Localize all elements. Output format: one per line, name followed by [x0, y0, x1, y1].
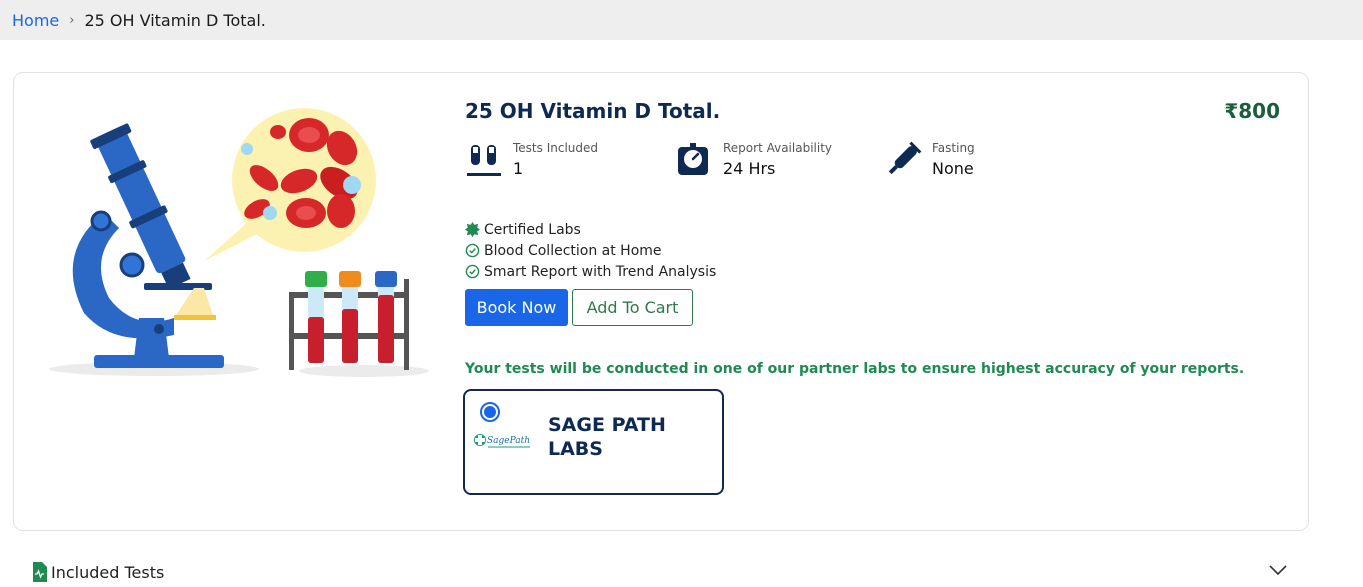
feature-label: Smart Report with Trend Analysis — [484, 263, 717, 280]
syringe-icon — [884, 141, 922, 179]
meta-label: Report Availability — [723, 141, 833, 155]
included-tests-toggle[interactable]: Included Tests — [31, 562, 164, 582]
feature-item: Smart Report with Trend Analysis — [465, 261, 716, 282]
breadcrumb-current: 25 OH Vitamin D Total. — [84, 10, 266, 30]
lab-name: SAGE PATH LABS — [548, 414, 666, 460]
meta-value: 24 Hrs — [723, 159, 776, 178]
product-price: ₹800 — [1224, 99, 1280, 123]
product-title: 25 OH Vitamin D Total. — [465, 99, 721, 123]
book-now-button[interactable]: Book Now — [465, 289, 568, 326]
meta-value: 1 — [513, 159, 524, 178]
feature-item: Blood Collection at Home — [465, 240, 716, 261]
chevron-right-icon: › — [69, 12, 75, 28]
lab-radio[interactable] — [480, 402, 500, 422]
sage-path-logo: SagePath — [474, 434, 530, 448]
feature-label: Blood Collection at Home — [484, 242, 662, 259]
breadcrumb: Home › 25 OH Vitamin D Total. — [0, 0, 1363, 40]
meta-value: None — [932, 159, 974, 178]
meta-label: Tests Included — [513, 141, 598, 155]
chevron-down-icon[interactable] — [1268, 563, 1288, 577]
product-card: 25 OH Vitamin D Total. ₹800 Tests Includ… — [13, 72, 1309, 531]
feature-list: Certified Labs Blood Collection at Home … — [465, 219, 716, 282]
meta-fasting: Fasting None — [884, 141, 975, 179]
svg-text:SagePath: SagePath — [487, 436, 530, 446]
medical-report-icon — [33, 562, 47, 582]
add-to-cart-button[interactable]: Add To Cart — [572, 289, 693, 326]
breadcrumb-home-link[interactable]: Home — [12, 11, 59, 30]
certified-badge-icon — [465, 222, 480, 237]
meta-report-availability: Report Availability 24 Hrs — [675, 141, 832, 179]
feature-item: Certified Labs — [465, 219, 716, 240]
check-circle-icon — [465, 264, 480, 279]
microscope-illustration — [49, 108, 429, 377]
included-tests-label: Included Tests — [51, 562, 165, 582]
partner-lab-note: Your tests will be conducted in one of o… — [465, 361, 1245, 377]
meta-tests-included: Tests Included 1 — [465, 141, 598, 179]
check-circle-icon — [465, 243, 480, 258]
feature-label: Certified Labs — [484, 221, 581, 238]
stopwatch-icon — [675, 141, 713, 179]
meta-label: Fasting — [932, 141, 975, 155]
test-tubes-icon — [465, 141, 503, 179]
lab-option-sage-path[interactable]: SagePath SAGE PATH LABS — [463, 389, 724, 495]
